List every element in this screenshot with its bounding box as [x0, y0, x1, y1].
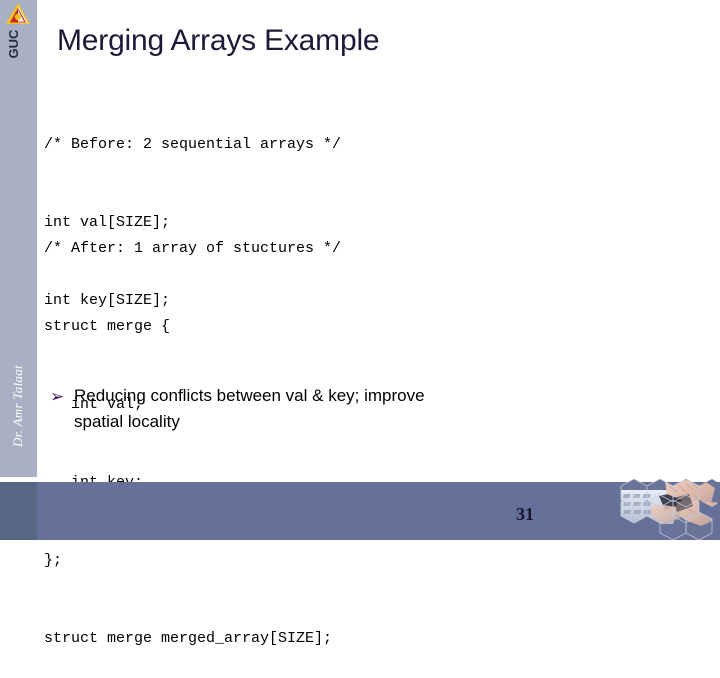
svg-text:GUC: GUC [6, 29, 21, 59]
footer-left-block [0, 482, 37, 540]
bullet-item-label: Reducing conflicts between val & key; im… [74, 386, 425, 431]
guc-triangle-logo: GUC [1, 0, 35, 60]
author-name: Dr. Amr Talaat [10, 365, 25, 447]
page-number: 31 [516, 504, 534, 524]
code-line: struct merge { [44, 318, 171, 335]
code-line: /* After: 1 array of stuctures */ [44, 240, 342, 257]
bullet-list-item: ➢ Reducing conflicts between val & key; … [50, 383, 520, 435]
arrowhead-bullet-icon: ➢ [50, 387, 65, 406]
page-title: Merging Arrays Example [57, 24, 380, 57]
hexagon-keyboard-hands-image [607, 478, 720, 540]
code-line: struct merge merged_array[SIZE]; [44, 630, 333, 647]
left-sidebar: GUC Dr. Amr Talaat [0, 0, 37, 477]
code-line: /* Before: 2 sequential arrays */ [44, 136, 342, 153]
code-line: }; [44, 552, 63, 569]
